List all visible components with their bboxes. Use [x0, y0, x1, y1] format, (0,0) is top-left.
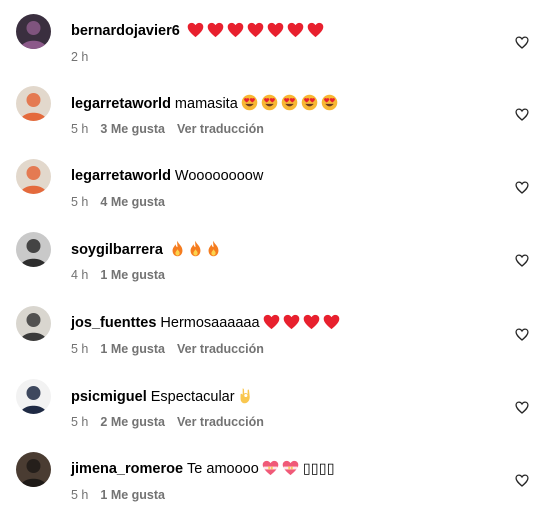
fire-icon	[206, 240, 221, 262]
comment-item: soygilbarrera 4 h 1 Me gusta	[0, 232, 547, 292]
comment-likes[interactable]: 1 Me gusta	[100, 342, 165, 356]
comment-line: soygilbarrera	[71, 240, 221, 262]
comment-username[interactable]: legarretaworld	[71, 168, 171, 184]
see-translation-button[interactable]: Ver traducción	[177, 342, 264, 356]
heart-outline-icon[interactable]	[515, 328, 533, 346]
comment-meta: 2 h	[71, 49, 100, 65]
heart-outline-icon[interactable]	[515, 108, 533, 126]
comment-item: bernardojavier6 2 h	[0, 14, 547, 74]
comment-item: legarretaworld mamasita 5 h 3 Me gusta Ver t…	[0, 86, 547, 146]
comment-username[interactable]: soygilbarrera	[71, 242, 163, 258]
comment-time[interactable]: 5 h	[71, 122, 88, 136]
heart-ribbon-icon	[262, 460, 279, 481]
comment-time[interactable]: 5 h	[71, 195, 88, 209]
avatar[interactable]	[16, 159, 51, 194]
comment-line: bernardojavier6	[71, 22, 324, 43]
comment-item: psicmiguel Espectacular 5 h 2 Me gusta Ver t…	[0, 379, 547, 439]
heart-outline-icon[interactable]	[515, 401, 533, 419]
fire-icon	[188, 240, 203, 262]
comment-text: mamasita	[174, 96, 238, 112]
comments-list: bernardojavier6 2 h legarretaworld mamasita…	[0, 0, 547, 528]
comment-username[interactable]: psicmiguel	[71, 389, 147, 405]
fire-icon	[170, 240, 185, 262]
comment-meta: 4 h 1 Me gusta	[71, 267, 177, 283]
comment-line: legarretaworld Woooooooow	[71, 167, 263, 185]
red-heart-icon	[323, 314, 340, 335]
comment-text: Hermosaaaaaa	[160, 315, 260, 331]
heart-eyes-icon	[241, 94, 258, 116]
red-heart-icon	[247, 22, 264, 43]
comment-trailing-text: ▯▯▯▯	[302, 461, 335, 477]
heart-outline-icon[interactable]	[515, 474, 533, 492]
comment-meta: 5 h 1 Me gusta	[71, 487, 177, 503]
comment-time[interactable]: 4 h	[71, 268, 88, 282]
avatar[interactable]	[16, 306, 51, 341]
red-heart-icon	[307, 22, 324, 43]
comment-meta: 5 h 1 Me gusta Ver traducción	[71, 341, 276, 357]
comment-line: psicmiguel Espectacular	[71, 387, 253, 409]
heart-eyes-icon	[281, 94, 298, 116]
red-heart-icon	[283, 314, 300, 335]
comment-item: jimena_romeroe Te amoooo ▯▯▯▯ 5 h 1 Me gust…	[0, 452, 547, 512]
comment-meta: 5 h 3 Me gusta Ver traducción	[71, 121, 276, 137]
red-heart-icon	[303, 314, 320, 335]
comment-username[interactable]: jos_fuenttes	[71, 315, 156, 331]
comment-meta: 5 h 4 Me gusta	[71, 194, 177, 210]
comment-username[interactable]: legarretaworld	[71, 96, 171, 112]
comment-likes[interactable]: 4 Me gusta	[100, 195, 165, 209]
comment-username[interactable]: bernardojavier6	[71, 23, 180, 39]
comment-likes[interactable]: 3 Me gusta	[100, 122, 165, 136]
comment-time[interactable]: 5 h	[71, 415, 88, 429]
comment-likes[interactable]: 1 Me gusta	[100, 488, 165, 502]
comment-line: jos_fuenttes Hermosaaaaaa	[71, 314, 340, 335]
comment-text: Woooooooow	[174, 168, 264, 184]
red-heart-icon	[207, 22, 224, 43]
comment-item: legarretaworld Woooooooow 5 h 4 Me gusta	[0, 159, 547, 219]
see-translation-button[interactable]: Ver traducción	[177, 415, 264, 429]
heart-eyes-icon	[301, 94, 318, 116]
heart-eyes-icon	[261, 94, 278, 116]
comment-likes[interactable]: 1 Me gusta	[100, 268, 165, 282]
comment-text: Espectacular	[150, 389, 235, 405]
red-heart-icon	[263, 314, 280, 335]
avatar[interactable]	[16, 14, 51, 49]
comment-time[interactable]: 5 h	[71, 342, 88, 356]
avatar[interactable]	[16, 86, 51, 121]
avatar[interactable]	[16, 379, 51, 414]
see-translation-button[interactable]: Ver traducción	[177, 122, 264, 136]
heart-outline-icon[interactable]	[515, 254, 533, 272]
comment-text: Te amoooo	[187, 461, 259, 477]
comment-meta: 5 h 2 Me gusta Ver traducción	[71, 414, 276, 430]
ok-hand-icon	[238, 387, 253, 409]
comment-line: jimena_romeroe Te amoooo ▯▯▯▯	[71, 460, 335, 481]
heart-outline-icon[interactable]	[515, 36, 533, 54]
comment-time[interactable]: 5 h	[71, 488, 88, 502]
comment-likes[interactable]: 2 Me gusta	[100, 415, 165, 429]
comment-item: jos_fuenttes Hermosaaaaaa 5 h 1 Me gusta Ver…	[0, 306, 547, 366]
comment-line: legarretaworld mamasita	[71, 94, 338, 116]
heart-outline-icon[interactable]	[515, 181, 533, 199]
comment-time[interactable]: 2 h	[71, 50, 88, 64]
comment-username[interactable]: jimena_romeroe	[71, 461, 183, 477]
avatar[interactable]	[16, 232, 51, 267]
heart-eyes-icon	[321, 94, 338, 116]
avatar[interactable]	[16, 452, 51, 487]
red-heart-icon	[187, 22, 204, 43]
red-heart-icon	[287, 22, 304, 43]
heart-ribbon-icon	[282, 460, 299, 481]
red-heart-icon	[267, 22, 284, 43]
red-heart-icon	[227, 22, 244, 43]
